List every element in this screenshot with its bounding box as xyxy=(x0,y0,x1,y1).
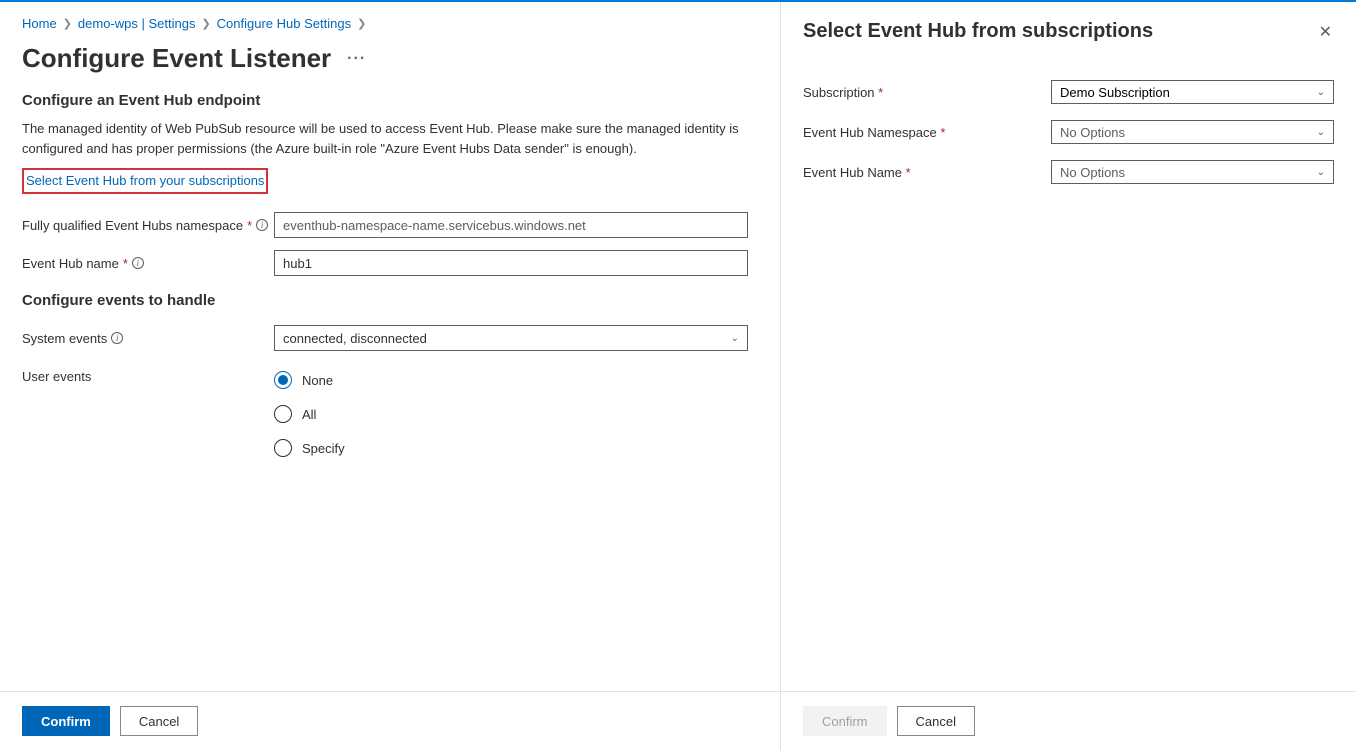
breadcrumb: Home ❯ demo-wps | Settings ❯ Configure H… xyxy=(22,16,758,31)
breadcrumb-hub-settings[interactable]: Configure Hub Settings xyxy=(217,16,351,31)
info-icon[interactable]: i xyxy=(111,332,123,344)
subscription-select[interactable]: Demo Subscription ⌄ xyxy=(1051,80,1334,104)
namespace-label: Fully qualified Event Hubs namespace * i xyxy=(22,218,274,233)
radio-icon xyxy=(274,405,292,423)
confirm-button[interactable]: Confirm xyxy=(22,706,110,736)
breadcrumb-home[interactable]: Home xyxy=(22,16,57,31)
chevron-right-icon: ❯ xyxy=(201,17,210,30)
more-actions-icon[interactable]: ··· xyxy=(347,50,366,68)
panel-title: Select Event Hub from subscriptions xyxy=(803,20,1153,43)
info-icon[interactable]: i xyxy=(256,219,268,231)
hub-name-input[interactable] xyxy=(274,250,748,276)
panel-confirm-button: Confirm xyxy=(803,706,887,736)
radio-all[interactable]: All xyxy=(274,405,345,423)
chevron-down-icon: ⌄ xyxy=(1317,167,1325,178)
breadcrumb-settings[interactable]: demo-wps | Settings xyxy=(78,16,196,31)
radio-icon xyxy=(274,371,292,389)
panel-cancel-button[interactable]: Cancel xyxy=(897,706,975,736)
right-footer: Confirm Cancel xyxy=(781,691,1356,750)
radio-none[interactable]: None xyxy=(274,371,345,389)
eh-namespace-select[interactable]: No Options ⌄ xyxy=(1051,120,1334,144)
chevron-right-icon: ❯ xyxy=(63,17,72,30)
user-events-label: User events xyxy=(22,369,274,384)
cancel-button[interactable]: Cancel xyxy=(120,706,198,736)
system-events-label: System events i xyxy=(22,331,274,346)
radio-icon xyxy=(274,439,292,457)
eh-name-label: Event Hub Name * xyxy=(803,165,1051,180)
chevron-down-icon: ⌄ xyxy=(1317,127,1325,138)
eh-namespace-label: Event Hub Namespace * xyxy=(803,125,1051,140)
left-footer: Confirm Cancel xyxy=(0,691,780,750)
select-from-subscriptions-link[interactable]: Select Event Hub from your subscriptions xyxy=(26,173,264,188)
chevron-down-icon: ⌄ xyxy=(731,333,739,344)
info-icon[interactable]: i xyxy=(132,257,144,269)
page-title: Configure Event Listener ··· xyxy=(22,43,758,74)
radio-specify[interactable]: Specify xyxy=(274,439,345,457)
select-from-subscriptions-highlight: Select Event Hub from your subscriptions xyxy=(22,168,268,194)
section-events-title: Configure events to handle xyxy=(22,292,758,309)
subscription-label: Subscription * xyxy=(803,85,1051,100)
hub-name-label: Event Hub name * i xyxy=(22,256,274,271)
system-events-select[interactable]: connected, disconnected ⌄ xyxy=(274,325,748,351)
chevron-right-icon: ❯ xyxy=(357,17,366,30)
close-icon[interactable]: ✕ xyxy=(1317,20,1334,44)
endpoint-description: The managed identity of Web PubSub resou… xyxy=(22,119,742,158)
chevron-down-icon: ⌄ xyxy=(1317,87,1325,98)
eh-name-select[interactable]: No Options ⌄ xyxy=(1051,160,1334,184)
namespace-input[interactable] xyxy=(274,212,748,238)
section-endpoint-title: Configure an Event Hub endpoint xyxy=(22,92,758,109)
